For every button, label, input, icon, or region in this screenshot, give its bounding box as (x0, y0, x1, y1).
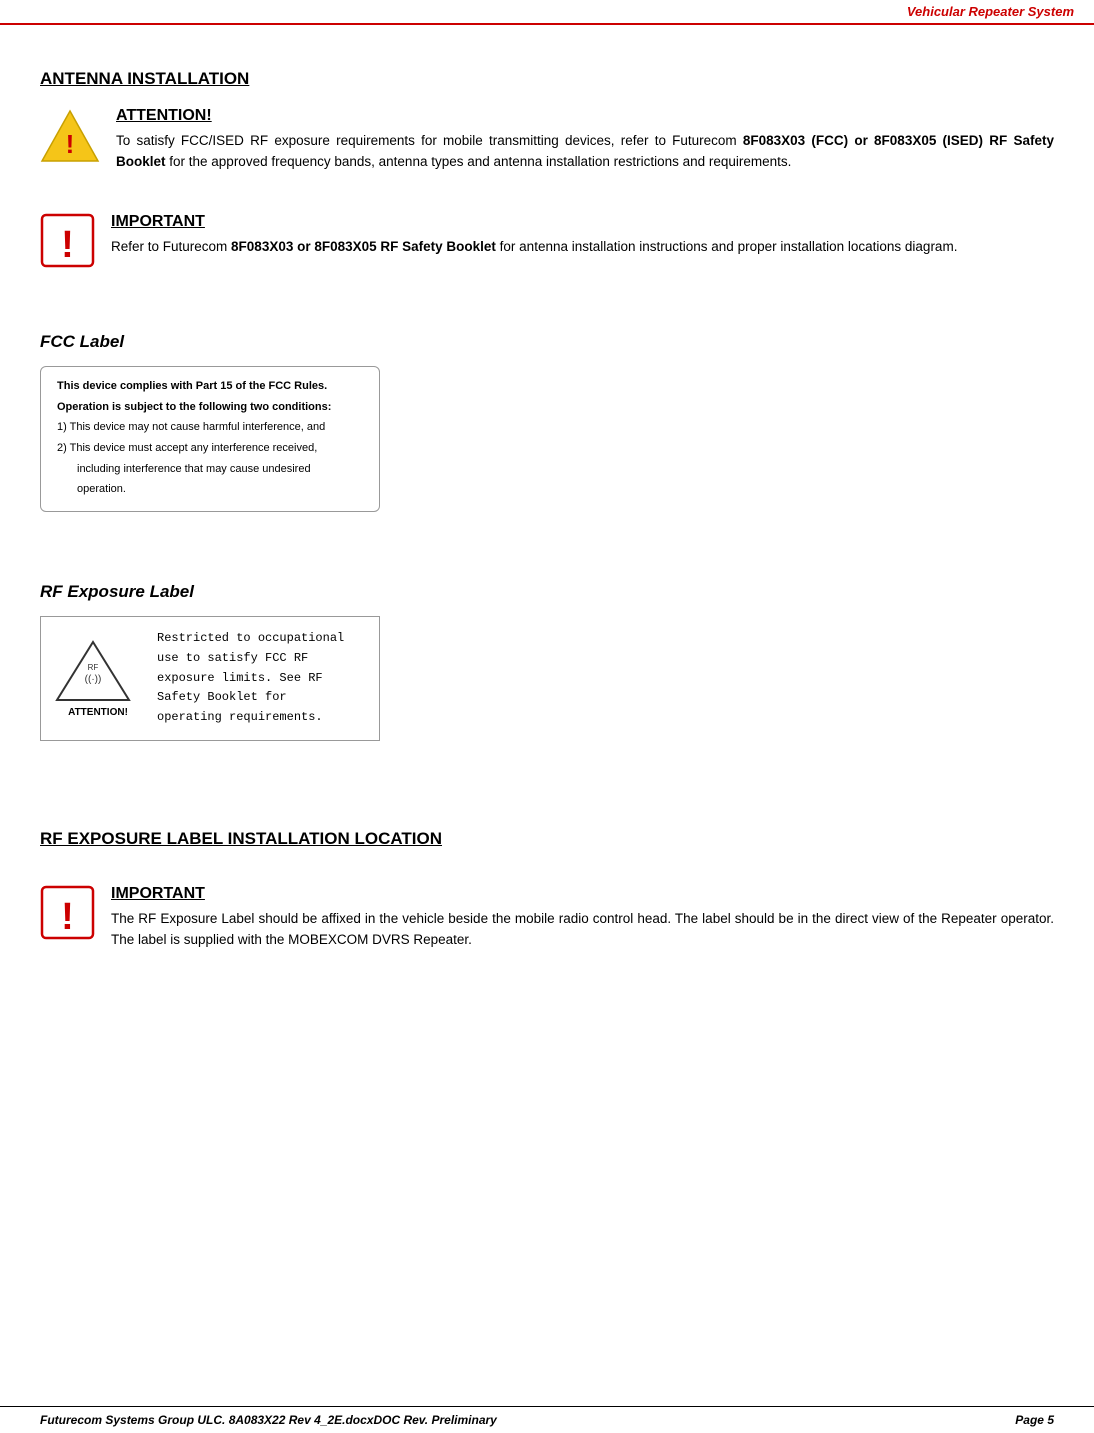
rf-label-text: Restricted to occupational use to satisf… (157, 629, 344, 728)
rf-attention-label: ATTENTION! (53, 707, 143, 718)
rf-label-box: ((·)) RF ATTENTION! Restricted to occupa… (40, 616, 380, 741)
fcc-label-box: This device complies with Part 15 of the… (40, 366, 380, 512)
fcc-line-1: This device complies with Part 15 of the… (57, 377, 363, 396)
attention-icon: ! (40, 107, 100, 167)
rf-label-icon: ((·)) RF ATTENTION! (53, 638, 143, 718)
fcc-line-6: operation. (57, 480, 363, 499)
page-footer: Futurecom Systems Group ULC. 8A083X22 Re… (0, 1406, 1094, 1433)
fcc-line-3: 1) This device may not cause harmful int… (57, 418, 363, 437)
rf-exposure-label-section: RF Exposure Label ((·)) RF ATTENTION! Re… (40, 582, 1054, 741)
attention-notice: ! ATTENTION! To satisfy FCC/ISED RF expo… (40, 107, 1054, 173)
fcc-line-5: including interference that may cause un… (57, 460, 363, 479)
important-text-2: The RF Exposure Label should be affixed … (111, 909, 1054, 951)
page-header: Vehicular Repeater System (0, 0, 1094, 25)
main-content: ANTENNA INSTALLATION ! ATTENTION! To sat… (0, 25, 1094, 1033)
important-notice-2: ! IMPORTANT The RF Exposure Label should… (40, 885, 1054, 951)
attention-title: ATTENTION! (116, 107, 1054, 125)
important-icon-1: ! (40, 213, 95, 268)
fcc-label-section: FCC Label This device complies with Part… (40, 332, 1054, 512)
rf-exposure-location-heading: RF EXPOSURE LABEL INSTALLATION LOCATION (40, 829, 1054, 849)
svg-text:((·)): ((·)) (85, 674, 102, 685)
rf-exposure-location-section: RF EXPOSURE LABEL INSTALLATION LOCATION … (40, 829, 1054, 951)
fcc-line-4: 2) This device must accept any interfere… (57, 439, 363, 458)
important-title-2: IMPORTANT (111, 885, 1054, 903)
svg-text:RF: RF (88, 663, 99, 672)
important-content-2: IMPORTANT The RF Exposure Label should b… (111, 885, 1054, 951)
footer-right: Page 5 (1015, 1413, 1054, 1427)
important-notice-1: ! IMPORTANT Refer to Futurecom 8F083X03 … (40, 213, 1054, 268)
fcc-line-2: Operation is subject to the following tw… (57, 398, 363, 417)
header-title: Vehicular Repeater System (907, 4, 1074, 19)
rf-exposure-label-heading: RF Exposure Label (40, 582, 1054, 602)
important-content-1: IMPORTANT Refer to Futurecom 8F083X03 or… (111, 213, 1054, 258)
attention-text: To satisfy FCC/ISED RF exposure requirem… (116, 131, 1054, 173)
footer-left: Futurecom Systems Group ULC. 8A083X22 Re… (40, 1413, 497, 1427)
important-text-1: Refer to Futurecom 8F083X03 or 8F083X05 … (111, 237, 1054, 258)
svg-text:!: ! (61, 224, 74, 266)
svg-text:!: ! (66, 129, 75, 159)
important-title-1: IMPORTANT (111, 213, 1054, 231)
page-container: Vehicular Repeater System ANTENNA INSTAL… (0, 0, 1094, 1433)
important-icon-2: ! (40, 885, 95, 940)
antenna-installation-section: ANTENNA INSTALLATION ! ATTENTION! To sat… (40, 69, 1054, 268)
antenna-installation-heading: ANTENNA INSTALLATION (40, 69, 1054, 89)
attention-content: ATTENTION! To satisfy FCC/ISED RF exposu… (116, 107, 1054, 173)
svg-text:!: ! (61, 896, 74, 938)
fcc-label-heading: FCC Label (40, 332, 1054, 352)
